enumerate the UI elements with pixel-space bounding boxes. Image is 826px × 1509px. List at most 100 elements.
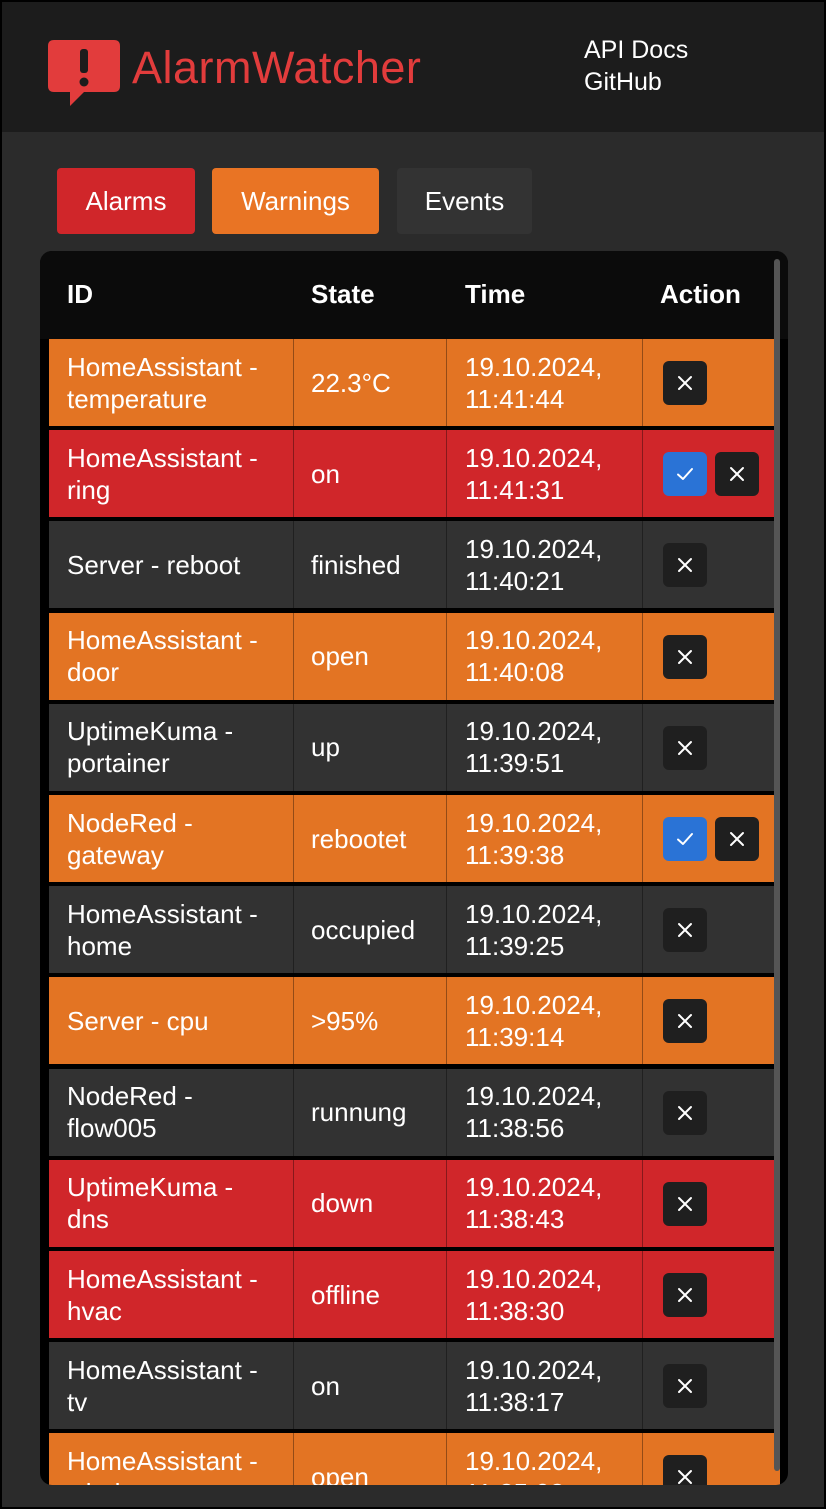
- cell-id: HomeAssistant - ring: [67, 430, 292, 517]
- cell-id: NodeRed - gateway: [67, 795, 292, 882]
- column-divider: [446, 1068, 447, 1156]
- column-divider: [446, 612, 447, 700]
- dismiss-button[interactable]: [663, 361, 707, 405]
- cell-id: HomeAssistant - temperature: [67, 339, 292, 426]
- column-divider: [293, 339, 294, 426]
- row-id-line2: home: [67, 930, 133, 961]
- table-header: ID State Time Action: [40, 251, 788, 339]
- row-id-line1: UptimeKuma -: [67, 716, 234, 747]
- column-divider: [293, 977, 294, 1065]
- row-clock: 11:39:14: [465, 1021, 565, 1052]
- column-divider: [293, 430, 294, 518]
- row-id-line2: temperature: [67, 383, 208, 414]
- row-date: 19.10.2024,: [465, 351, 603, 382]
- dismiss-button[interactable]: [663, 1181, 707, 1226]
- api-docs-link[interactable]: API Docs: [584, 34, 688, 66]
- cell-time: 19.10.2024, 11:41:44: [465, 339, 635, 426]
- dismiss-button[interactable]: [663, 1090, 707, 1135]
- dismiss-button[interactable]: [663, 1273, 707, 1317]
- dismiss-button[interactable]: [663, 543, 707, 588]
- dismiss-button[interactable]: [663, 1364, 707, 1409]
- cell-state: open: [311, 641, 369, 672]
- row-id-line2: flow005: [67, 1113, 157, 1144]
- close-icon: [676, 556, 694, 574]
- column-divider: [293, 1433, 294, 1485]
- cell-time: 19.10.2024, 11:40:21: [465, 521, 635, 608]
- close-icon: [676, 374, 694, 392]
- column-header-state: State: [311, 279, 375, 309]
- dismiss-button[interactable]: [663, 908, 707, 953]
- column-divider: [642, 1068, 643, 1156]
- cell-id: HomeAssistant - door: [67, 613, 292, 700]
- column-divider: [642, 1159, 643, 1247]
- row-clock: 11:35:02: [465, 1478, 564, 1485]
- cell-time: 19.10.2024, 11:41:31: [465, 430, 635, 517]
- table-row: NodeRed - gateway rebootet 19.10.2024, 11:39…: [49, 795, 780, 882]
- column-divider: [293, 521, 294, 609]
- row-clock: 11:41:44: [465, 383, 565, 414]
- cell-state: 22.3°C: [311, 367, 391, 398]
- cell-time: 19.10.2024, 11:38:56: [465, 1069, 635, 1156]
- alarm-table: ID State Time Action HomeAssistant - temp…: [40, 251, 788, 1485]
- row-date: 19.10.2024,: [465, 1354, 603, 1385]
- close-icon: [676, 1012, 694, 1030]
- dismiss-button[interactable]: [663, 634, 707, 679]
- row-id-line1: Server - reboot: [67, 549, 241, 580]
- table-row: Server - reboot finished 19.10.2024, 11:40:…: [49, 521, 780, 609]
- check-icon: [676, 465, 694, 483]
- close-icon: [676, 1104, 694, 1122]
- dismiss-button[interactable]: [715, 452, 759, 497]
- main-content: Alarms Warnings Events ID State Time Act…: [2, 132, 824, 1507]
- close-icon: [676, 648, 694, 666]
- table-row: UptimeKuma - portainer up 19.10.2024, 11:39:…: [49, 703, 780, 791]
- cell-state: rebootet: [311, 823, 407, 854]
- tab-alarms[interactable]: Alarms: [57, 168, 195, 234]
- row-id-line1: HomeAssistant -: [67, 898, 258, 929]
- cell-time: 19.10.2024, 11:39:51: [465, 704, 635, 791]
- column-divider: [446, 1342, 447, 1430]
- row-date: 19.10.2024,: [465, 1172, 603, 1203]
- tab-events[interactable]: Events: [397, 168, 532, 234]
- close-icon: [728, 465, 746, 483]
- row-clock: 11:39:38: [465, 839, 565, 870]
- column-divider: [293, 612, 294, 700]
- column-divider: [446, 977, 447, 1065]
- table-row: HomeAssistant - door open 19.10.2024, 11:40:…: [49, 612, 780, 700]
- tab-warnings[interactable]: Warnings: [212, 168, 379, 234]
- dismiss-button[interactable]: [663, 999, 707, 1044]
- table-row: HomeAssistant - ring on 19.10.2024, 11:41:31: [49, 430, 780, 518]
- column-divider: [293, 1342, 294, 1430]
- row-id-line2: gateway: [67, 839, 164, 870]
- cell-time: 19.10.2024, 11:35:02: [465, 1433, 635, 1485]
- dismiss-button[interactable]: [663, 1455, 707, 1485]
- column-divider: [446, 1159, 447, 1247]
- column-header-id: ID: [67, 279, 93, 309]
- row-date: 19.10.2024,: [465, 1263, 603, 1294]
- row-clock: 11:40:08: [465, 657, 565, 688]
- cell-time: 19.10.2024, 11:38:30: [465, 1251, 635, 1338]
- column-divider: [446, 430, 447, 518]
- acknowledge-button[interactable]: [663, 452, 707, 497]
- row-id-line1: UptimeKuma -: [67, 1172, 234, 1203]
- column-divider: [642, 703, 643, 791]
- dismiss-button[interactable]: [663, 725, 707, 770]
- column-divider: [293, 1251, 294, 1338]
- row-id-line1: HomeAssistant -: [67, 1445, 258, 1476]
- row-id-line2: hvac: [67, 1295, 122, 1326]
- table-row: NodeRed - flow005 runnung 19.10.2024, 11:38:…: [49, 1068, 780, 1156]
- column-divider: [642, 1433, 643, 1485]
- table-scrollbar[interactable]: [774, 259, 780, 1471]
- acknowledge-button[interactable]: [663, 817, 707, 861]
- dismiss-button[interactable]: [715, 817, 759, 861]
- alert-message-icon: [48, 40, 120, 106]
- cell-id: HomeAssistant - window: [67, 1433, 292, 1485]
- cell-id: UptimeKuma - portainer: [67, 704, 292, 791]
- github-link[interactable]: GitHub: [584, 66, 688, 98]
- column-divider: [293, 703, 294, 791]
- row-id-line1: NodeRed -: [67, 1081, 193, 1112]
- column-divider: [642, 1251, 643, 1338]
- column-divider: [293, 795, 294, 882]
- row-id-line2: door: [67, 657, 120, 688]
- column-divider: [446, 521, 447, 609]
- table-row: HomeAssistant - home occupied 19.10.2024, 11…: [49, 886, 780, 974]
